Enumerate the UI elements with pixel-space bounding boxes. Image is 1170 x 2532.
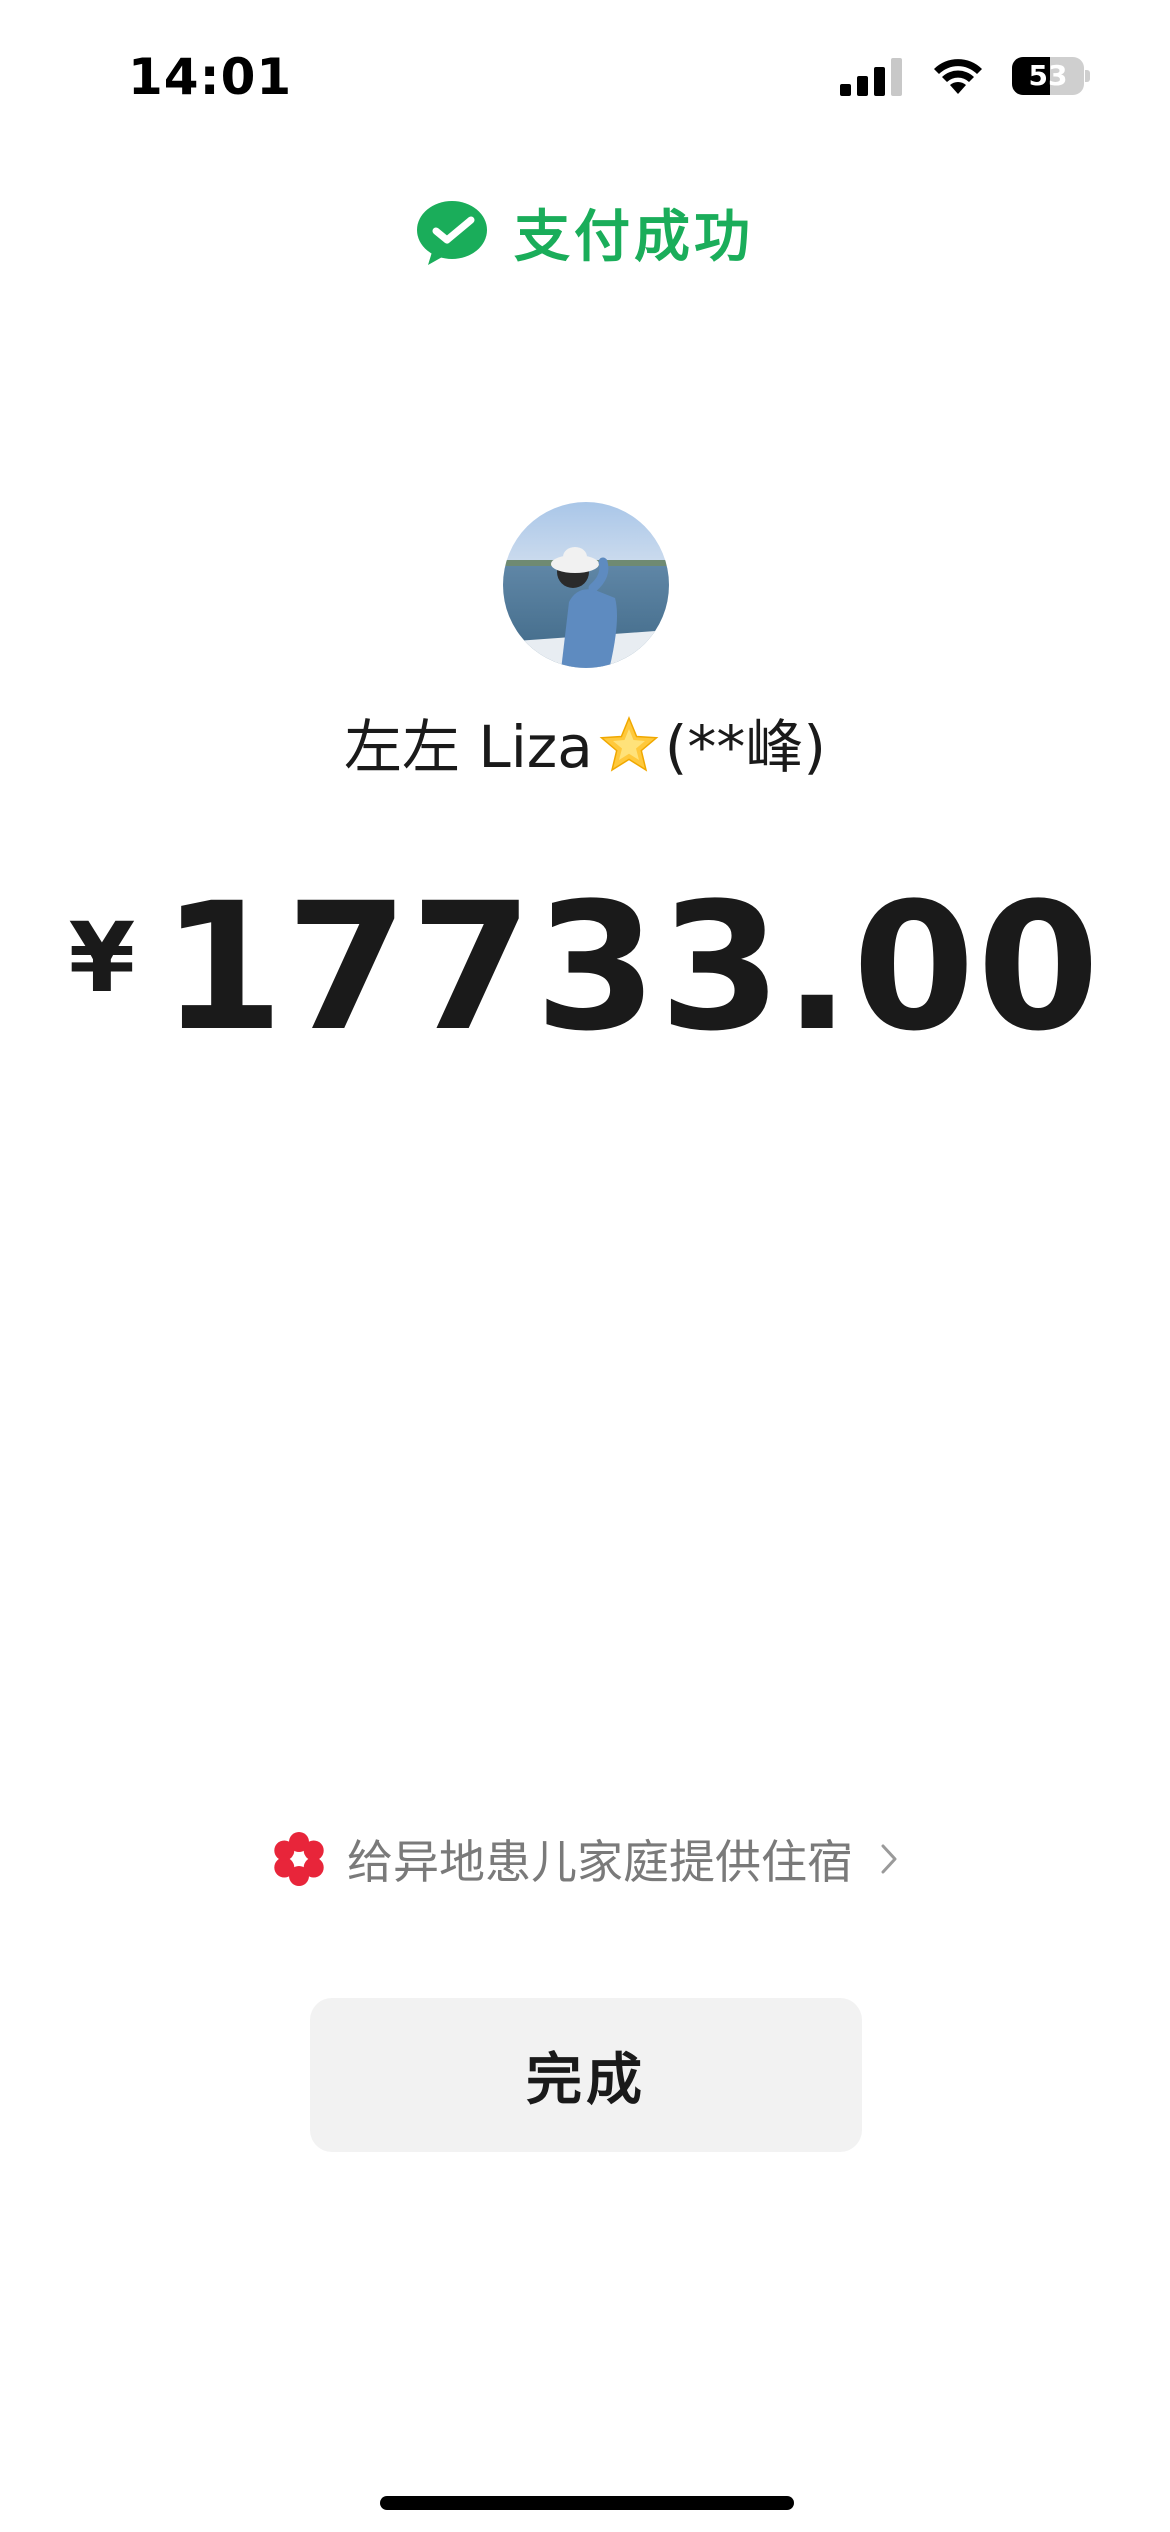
status-time: 14:01 (128, 48, 293, 106)
amount-value: 17733.00 (161, 865, 1102, 1070)
star-icon (599, 716, 659, 772)
charity-link[interactable]: 给异地患儿家庭提供住宿 (0, 1826, 1170, 1892)
payment-amount: ¥ 17733.00 (0, 880, 1170, 1056)
payee-nickname: 左左 Liza (343, 713, 593, 781)
status-icons: 53 (840, 56, 1090, 96)
currency-symbol: ¥ (68, 902, 136, 1014)
battery-icon: 53 (1012, 57, 1090, 95)
payee-name: 左左 Liza (**峰) (0, 700, 1170, 784)
payment-success-header: 支付成功 (0, 192, 1170, 273)
status-bar: 14:01 53 (0, 0, 1170, 150)
wechat-pay-icon (417, 200, 487, 265)
success-title: 支付成功 (514, 205, 754, 270)
chevron-right-icon (881, 1844, 897, 1874)
wifi-icon (934, 59, 982, 94)
home-indicator[interactable] (380, 2496, 794, 2510)
done-button[interactable]: 完成 (310, 1998, 862, 2152)
charity-text: 给异地患儿家庭提供住宿 (347, 1835, 853, 1889)
flower-icon (274, 1832, 324, 1886)
payee-realname: (**峰) (664, 713, 827, 781)
payee-avatar (503, 502, 669, 668)
battery-level: 53 (1028, 59, 1068, 92)
cellular-signal-icon (840, 58, 902, 96)
avatar-photo (503, 502, 669, 668)
